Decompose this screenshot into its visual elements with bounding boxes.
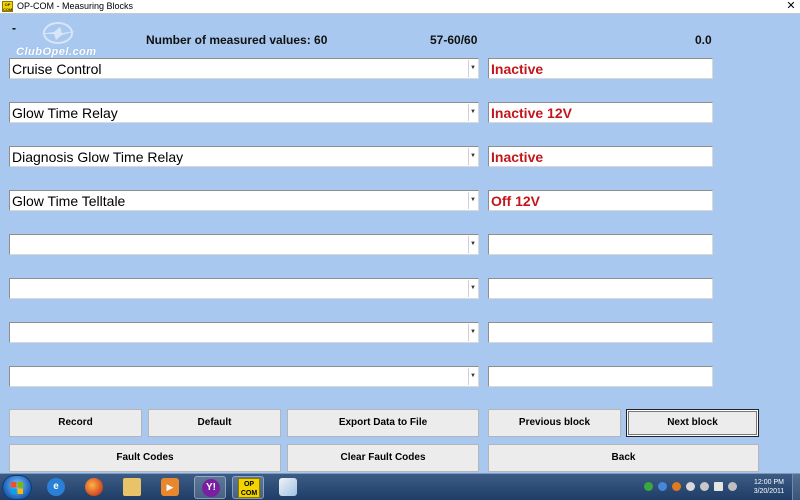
header-value: 0.0 xyxy=(695,33,712,47)
op-com-label-top: OP xyxy=(243,481,255,488)
firefox-icon[interactable] xyxy=(78,476,110,499)
chevron-down-icon[interactable]: ▼ xyxy=(468,60,477,77)
default-button[interactable]: Default xyxy=(148,409,281,437)
record-button[interactable]: Record xyxy=(9,409,142,437)
value-text: Off 12V xyxy=(491,193,541,209)
tray-sync-icon[interactable] xyxy=(686,482,695,491)
start-button[interactable] xyxy=(2,475,32,500)
taskbar: e ▶ Y! OP COM 12:00 PM 3/20/2011 xyxy=(0,473,800,500)
measured-value-select[interactable]: ▼ xyxy=(9,234,479,255)
paint-glyph xyxy=(279,478,297,496)
tray-app-icon[interactable] xyxy=(672,482,681,491)
play-glyph: ▶ xyxy=(161,478,179,496)
measured-value-select[interactable]: ▼ xyxy=(9,322,479,343)
measured-value-select[interactable]: Glow Time Relay ▼ xyxy=(9,102,479,123)
export-data-button[interactable]: Export Data to File xyxy=(287,409,479,437)
fault-codes-button[interactable]: Fault Codes xyxy=(9,444,281,472)
chevron-down-icon[interactable]: ▼ xyxy=(468,368,477,385)
tray-volume-icon[interactable] xyxy=(728,482,737,491)
op-com-app-icon: OP COM xyxy=(2,1,13,12)
yahoo-glyph: Y! xyxy=(202,479,220,497)
media-player-icon[interactable]: ▶ xyxy=(154,476,186,499)
club-opel-logo-text: ClubOpel.com xyxy=(16,46,97,58)
chevron-down-icon[interactable]: ▼ xyxy=(468,324,477,341)
tray-flag-icon[interactable] xyxy=(714,482,723,491)
select-label: Glow Time Relay xyxy=(12,105,118,121)
yahoo-messenger-icon[interactable]: Y! xyxy=(194,476,226,499)
system-tray xyxy=(640,474,752,500)
window-title: OP-COM - Measuring Blocks xyxy=(17,1,134,11)
tray-utorrent-icon[interactable] xyxy=(644,482,653,491)
next-block-button[interactable]: Next block xyxy=(626,409,759,437)
close-button[interactable]: ✕ xyxy=(785,1,797,12)
clock[interactable]: 12:00 PM 3/20/2011 xyxy=(750,478,788,496)
measured-value-display: Inactive xyxy=(488,58,713,79)
chevron-down-icon[interactable]: ▼ xyxy=(468,192,477,209)
measured-value-display xyxy=(488,234,713,255)
block-range: 57-60/60 xyxy=(430,33,478,47)
show-desktop-button[interactable] xyxy=(792,474,800,500)
tray-usb-icon[interactable] xyxy=(700,482,709,491)
value-text: Inactive xyxy=(491,149,544,165)
measured-value-display: Inactive 12V xyxy=(488,102,713,123)
op-com-icon: OP COM xyxy=(238,478,260,498)
measured-value-display xyxy=(488,278,713,299)
tray-network-icon[interactable] xyxy=(658,482,667,491)
chevron-down-icon[interactable]: ▼ xyxy=(468,236,477,253)
measured-value-display xyxy=(488,366,713,387)
firefox-glyph xyxy=(85,478,103,496)
clear-fault-codes-button[interactable]: Clear Fault Codes xyxy=(287,444,479,472)
measured-value-display: Inactive xyxy=(488,146,713,167)
previous-block-button[interactable]: Previous block xyxy=(488,409,621,437)
folder-icon[interactable] xyxy=(116,476,148,499)
measured-value-display: Off 12V xyxy=(488,190,713,211)
measured-value-display xyxy=(488,322,713,343)
select-label: Glow Time Telltale xyxy=(12,193,126,209)
measured-value-select[interactable]: ▼ xyxy=(9,366,479,387)
folder-glyph xyxy=(123,478,141,496)
chevron-down-icon[interactable]: ▼ xyxy=(468,148,477,165)
internet-explorer-icon[interactable]: e xyxy=(40,476,72,499)
internet-explorer-glyph: e xyxy=(47,478,65,496)
op-com-taskbar-icon[interactable]: OP COM xyxy=(232,476,264,499)
measured-value-select[interactable]: ▼ xyxy=(9,278,479,299)
back-button[interactable]: Back xyxy=(488,444,759,472)
select-label: Cruise Control xyxy=(12,61,102,77)
measured-value-select[interactable]: Diagnosis Glow Time Relay ▼ xyxy=(9,146,479,167)
paint-icon[interactable] xyxy=(272,476,304,499)
select-label: Diagnosis Glow Time Relay xyxy=(12,149,184,165)
chevron-down-icon[interactable]: ▼ xyxy=(468,104,477,121)
op-com-label-bottom: COM xyxy=(240,490,258,497)
windows-logo-icon xyxy=(11,482,23,494)
value-text: Inactive xyxy=(491,61,544,77)
measured-value-select[interactable]: Cruise Control ▼ xyxy=(9,58,479,79)
value-text: Inactive 12V xyxy=(491,105,572,121)
clock-date: 3/20/2011 xyxy=(753,488,785,495)
measured-values-count: Number of measured values: 60 xyxy=(146,33,328,47)
title-bar: OP COM OP-COM - Measuring Blocks ✕ xyxy=(0,0,800,14)
measured-value-select[interactable]: Glow Time Telltale ▼ xyxy=(9,190,479,211)
chevron-down-icon[interactable]: ▼ xyxy=(468,280,477,297)
clock-time: 12:00 PM xyxy=(754,479,784,486)
